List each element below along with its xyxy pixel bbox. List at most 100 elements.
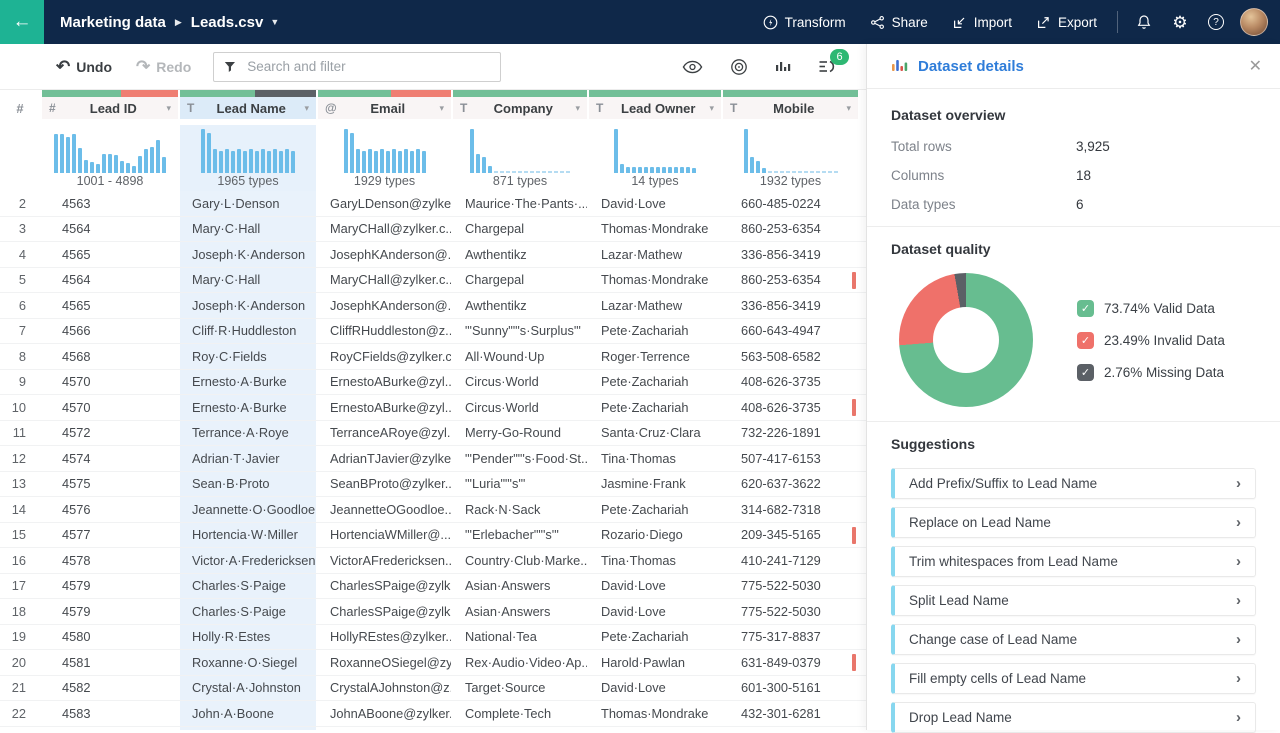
cell-company[interactable]: Circus·World [453, 395, 587, 420]
table-row[interactable]: 11 4572 Terrance·A·Roye TerranceARoye@zyl..… [0, 420, 866, 446]
cell-lead_id[interactable]: 4574 [42, 446, 178, 471]
cell-lead_name[interactable]: Mary·C·Hall [180, 216, 316, 241]
target-quality-icon[interactable] [730, 58, 748, 76]
cell-company[interactable]: Maurice·The·Pants·... [453, 191, 587, 216]
cell-lead_id[interactable]: 4578 [42, 548, 178, 573]
cell-email[interactable]: ErnestoABurke@zyl... [318, 395, 451, 420]
cell-lead_id[interactable]: 4577 [42, 523, 178, 548]
cell-lead_name[interactable]: Hortencia·W·Miller [180, 522, 316, 547]
cell-lead_owner[interactable]: Thomas·Mondrake [589, 217, 721, 242]
cell-lead_id[interactable]: 4575 [42, 472, 178, 497]
table-row[interactable]: 4 4565 Joseph·K·Anderson JosephKAnderson@..… [0, 242, 866, 268]
cell-company[interactable]: Circus·World [453, 370, 587, 395]
cell-email[interactable]: JohnABoone@zylker.... [318, 701, 451, 726]
cell-lead_id[interactable]: 4565 [42, 242, 178, 267]
cell-mobile[interactable]: 209-345-5165 [723, 523, 858, 548]
cell-company[interactable]: "'Sunny""'s·Surplus'" [453, 319, 587, 344]
column-stats-icon[interactable] [775, 59, 791, 74]
table-row[interactable]: 18 4579 Charles·S·Paige CharlesSPaige@zylk.… [0, 599, 866, 625]
cell-lead_owner[interactable]: Santa·Cruz·Clara [589, 421, 721, 446]
cell-mobile[interactable]: 410-241-7129 [723, 548, 858, 573]
column-quality-bar[interactable] [453, 90, 587, 97]
suggestion-item[interactable]: Replace on Lead Name › [891, 507, 1256, 538]
cell-mobile[interactable]: 432-301-6281 [723, 701, 858, 726]
cell-company[interactable]: Complete·Tech [453, 701, 587, 726]
column-menu-icon[interactable]: ▾ [304, 103, 309, 114]
import-button[interactable]: Import [940, 15, 1024, 30]
cell-company[interactable]: All·Wound·Up [453, 344, 587, 369]
cell-email[interactable]: CliffRHuddleston@z... [318, 319, 451, 344]
cell-lead_owner[interactable]: Harold·Pawlan [589, 650, 721, 675]
cell-mobile[interactable]: 336-856-3419 [723, 242, 858, 267]
breadcrumb-file[interactable]: Leads.csv [191, 14, 264, 31]
cell-email[interactable]: CrystalAJohnston@z... [318, 676, 451, 701]
table-row[interactable]: 19 4580 Holly·R·Estes HollyREstes@zylker...… [0, 624, 866, 650]
breadcrumb-project[interactable]: Marketing data [60, 14, 166, 31]
column-header-lead_owner[interactable]: T Lead Owner ▾ [589, 97, 721, 119]
cell-lead_id[interactable]: 4579 [42, 599, 178, 624]
column-quality-bar[interactable] [589, 90, 721, 97]
cell-lead_id[interactable]: 4583 [42, 701, 178, 726]
column-histogram[interactable] [723, 125, 858, 173]
cell-company[interactable]: "'Pender""'s·Food·St... [453, 446, 587, 471]
column-histogram[interactable] [42, 125, 178, 173]
cell-lead_owner[interactable]: David·Love [589, 191, 721, 216]
table-row[interactable]: 12 4574 Adrian·T·Javier AdrianTJavier@zylke… [0, 446, 866, 472]
cell-email[interactable]: SeanBProto@zylker.... [318, 472, 451, 497]
cell-mobile[interactable]: 336-856-3419 [723, 293, 858, 318]
cell-company[interactable]: Country·Club·Marke... [453, 548, 587, 573]
column-histogram[interactable] [453, 125, 587, 173]
cell-lead_name[interactable]: Crystal·A·Johnston [180, 675, 316, 700]
cell-lead_id[interactable]: 4576 [42, 497, 178, 522]
legend-checkbox-icon[interactable]: ✓ [1077, 299, 1094, 317]
cell-mobile[interactable]: 631-849-0379 [723, 650, 858, 675]
cell-mobile[interactable]: 507-417-6153 [723, 446, 858, 471]
cell-company[interactable]: Asian·Answers [453, 599, 587, 624]
table-row[interactable]: 234584Tracy·R·JohnsonTracyRJohnson@zylk.… [0, 726, 866, 731]
column-header-lead_name[interactable]: T Lead Name ▾ [180, 97, 316, 119]
cell-lead_id[interactable]: 4568 [42, 344, 178, 369]
cell-company[interactable]: National·Tea [453, 625, 587, 650]
cell-lead_name[interactable]: John·A·Boone [180, 701, 316, 726]
cell-lead_owner[interactable]: Roger·Terrence [589, 344, 721, 369]
table-row[interactable]: 2 4563 Gary·L·Denson GaryLDenson@zylke... Ma… [0, 191, 866, 217]
share-button[interactable]: Share [858, 15, 940, 30]
cell-email[interactable]: HollyREstes@zylker.... [318, 625, 451, 650]
cell-lead_name[interactable]: Gary·L·Denson [180, 191, 316, 216]
legend-checkbox-icon[interactable]: ✓ [1077, 331, 1094, 349]
cell-lead_name[interactable]: Victor·A·Fredericksen [180, 548, 316, 573]
redo-button[interactable]: ↷ Redo [136, 57, 191, 77]
table-row[interactable]: 15 4577 Hortencia·W·Miller HortenciaWMiller… [0, 522, 866, 548]
cell-email[interactable]: TerranceARoye@zyl... [318, 421, 451, 446]
cell-mobile[interactable]: 408-626-3735 [723, 370, 858, 395]
cell-lead_name[interactable]: Joseph·K·Anderson [180, 293, 316, 318]
cell-lead_id[interactable]: 4564 [42, 217, 178, 242]
column-header-lead_id[interactable]: # Lead ID ▾ [42, 97, 178, 119]
cell-company[interactable]: Chargepal [453, 217, 587, 242]
cell-lead_name[interactable]: Terrance·A·Roye [180, 420, 316, 445]
cell-lead_owner[interactable]: Lazar·Mathew [589, 293, 721, 318]
cell-lead_owner[interactable]: Jasmine·Frank [589, 472, 721, 497]
cell-mobile[interactable]: 601-300-5161 [723, 676, 858, 701]
table-row[interactable]: 14 4576 Jeannette·O·Goodloe JeannetteOGoodl… [0, 497, 866, 523]
column-quality-bar[interactable] [0, 90, 40, 97]
file-menu-caret-icon[interactable]: ▼ [270, 17, 279, 27]
suggestion-item[interactable]: Split Lead Name › [891, 585, 1256, 616]
cell-lead_owner[interactable]: Thomas·Mondrake [589, 268, 721, 293]
cell-lead_id[interactable]: 4580 [42, 625, 178, 650]
cell-company[interactable]: Awthentikz [453, 242, 587, 267]
cell-email[interactable]: CharlesSPaige@zylk... [318, 599, 451, 624]
cell-lead_name[interactable]: Ernesto·A·Burke [180, 369, 316, 394]
table-row[interactable]: 16 4578 Victor·A·Fredericksen VictorAFreder… [0, 548, 866, 574]
table-row[interactable]: 10 4570 Ernesto·A·Burke ErnestoABurke@zyl..… [0, 395, 866, 421]
table-row[interactable]: 3 4564 Mary·C·Hall MaryCHall@zylker.c... Cha… [0, 216, 866, 242]
cell-mobile[interactable]: 563-508-6582 [723, 344, 858, 369]
search-input[interactable] [245, 58, 491, 75]
notifications-bell-icon[interactable] [1126, 14, 1162, 30]
cell-email[interactable]: TracyRJohnson@zylk... [318, 727, 451, 731]
datatype-icon[interactable]: @ [325, 101, 337, 115]
cell-mobile[interactable]: 775-522-5030 [723, 599, 858, 624]
datatype-icon[interactable]: T [596, 101, 607, 115]
column-header-company[interactable]: T Company ▾ [453, 97, 587, 119]
close-icon[interactable]: ✕ [1249, 56, 1262, 76]
